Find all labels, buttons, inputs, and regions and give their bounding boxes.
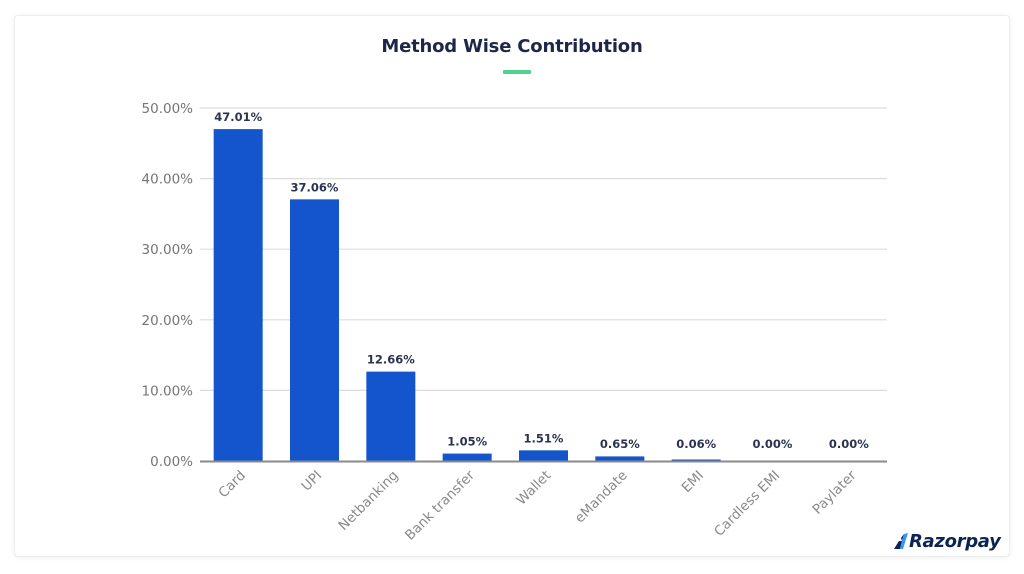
x-axis-ticks: Card UPI Netbanking Bank transfer Wallet eMan… [215, 467, 860, 543]
y-tick-label: 50.00% [142, 101, 194, 117]
data-label: 37.06% [291, 180, 339, 194]
bar [595, 456, 645, 461]
x-tick-label: EMI [679, 468, 707, 496]
data-label: 0.65% [600, 437, 640, 451]
y-tick-label: 20.00% [142, 313, 194, 329]
bar [519, 450, 568, 461]
x-tick-label: Bank transfer [402, 467, 478, 543]
bar [366, 371, 416, 461]
x-tick-label: eMandate [572, 468, 631, 527]
bar [213, 129, 263, 461]
x-tick-label: UPI [298, 468, 325, 495]
x-tick-label: Card [215, 468, 249, 502]
x-tick-label: Paylater [809, 467, 860, 518]
bar-chart: 0.00% 10.00% 20.00% 30.00% 40.00% 50.00% 47.0… [142, 101, 887, 544]
x-tick-label: Netbanking [335, 468, 401, 534]
razorpay-logo-icon [894, 533, 908, 549]
data-label: 12.66% [367, 353, 415, 367]
x-tick-label: Wallet [513, 468, 554, 509]
bar [290, 199, 339, 462]
data-label: 0.00% [829, 437, 869, 451]
x-tick-label: Cardless EMI [711, 468, 783, 540]
y-tick-label: 10.00% [142, 383, 194, 399]
data-label: 1.51% [524, 431, 564, 445]
razorpay-logo-text: Razorpay [909, 530, 1001, 552]
y-tick-label: 30.00% [142, 242, 194, 258]
bar [442, 453, 492, 461]
y-tick-label: 40.00% [142, 172, 194, 188]
data-label: 47.01% [214, 110, 262, 124]
razorpay-logo: Razorpay [893, 529, 1001, 553]
data-label: 0.06% [676, 437, 716, 451]
y-axis-ticks: 0.00% 10.00% 20.00% 30.00% 40.00% 50.00% [142, 101, 194, 470]
y-tick-label: 0.00% [150, 454, 193, 470]
data-label: 0.00% [753, 437, 793, 451]
data-label: 1.05% [447, 435, 487, 449]
